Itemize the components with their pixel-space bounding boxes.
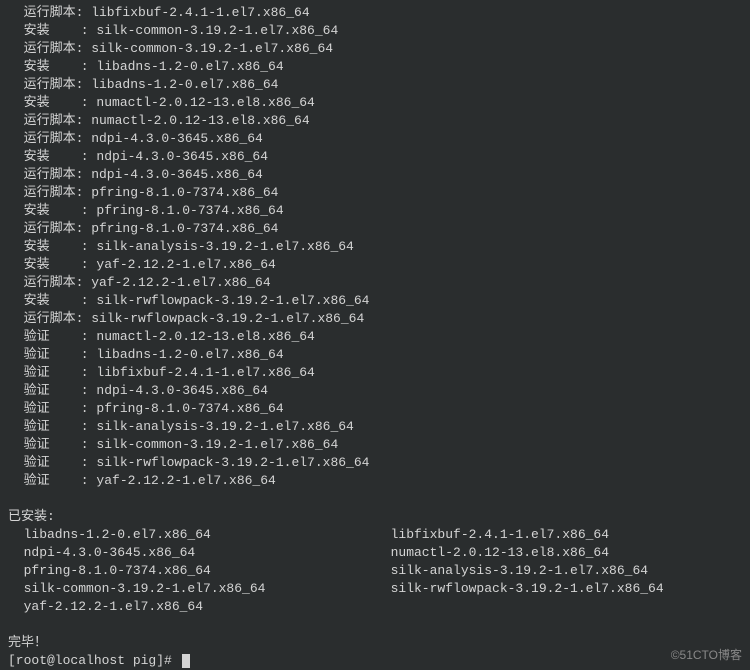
output-line: 安装 : numactl-2.0.12-13.el8.x86_64 [8,94,742,112]
output-line: 运行脚本: libfixbuf-2.4.1-1.el7.x86_64 [8,4,742,22]
installed-item: pfring-8.1.0-7374.x86_64 [8,562,375,580]
installed-item: ndpi-4.3.0-3645.x86_64 [8,544,375,562]
installed-item: libadns-1.2-0.el7.x86_64 [8,526,375,544]
output-line: 安装 : pfring-8.1.0-7374.x86_64 [8,202,742,220]
installed-item: numactl-2.0.12-13.el8.x86_64 [375,544,742,562]
output-line: 安装 : libadns-1.2-0.el7.x86_64 [8,58,742,76]
watermark: ©51CTO博客 [671,646,742,664]
output-line: 运行脚本: pfring-8.1.0-7374.x86_64 [8,220,742,238]
installed-item: libfixbuf-2.4.1-1.el7.x86_64 [375,526,742,544]
cursor-icon [182,654,190,668]
output-line: 运行脚本: pfring-8.1.0-7374.x86_64 [8,184,742,202]
output-line: 运行脚本: ndpi-4.3.0-3645.x86_64 [8,130,742,148]
output-line: 验证 : silk-common-3.19.2-1.el7.x86_64 [8,436,742,454]
installed-header: 已安装: [8,508,742,526]
installed-item: silk-analysis-3.19.2-1.el7.x86_64 [375,562,742,580]
done-label: 完毕！ [8,634,742,652]
output-line: 安装 : ndpi-4.3.0-3645.x86_64 [8,148,742,166]
terminal-output[interactable]: 运行脚本: libfixbuf-2.4.1-1.el7.x86_64 安装 : … [8,4,742,490]
installed-grid: libadns-1.2-0.el7.x86_64 libfixbuf-2.4.1… [8,526,742,616]
output-line: 验证 : silk-rwflowpack-3.19.2-1.el7.x86_64 [8,454,742,472]
output-line: 验证 : yaf-2.12.2-1.el7.x86_64 [8,472,742,490]
output-line: 安装 : silk-analysis-3.19.2-1.el7.x86_64 [8,238,742,256]
output-line: 验证 : silk-analysis-3.19.2-1.el7.x86_64 [8,418,742,436]
prompt-text: [root@localhost pig]# [8,653,180,668]
output-line: 运行脚本: libadns-1.2-0.el7.x86_64 [8,76,742,94]
output-line: 验证 : ndpi-4.3.0-3645.x86_64 [8,382,742,400]
output-line: 安装 : silk-rwflowpack-3.19.2-1.el7.x86_64 [8,292,742,310]
output-line: 验证 : libadns-1.2-0.el7.x86_64 [8,346,742,364]
installed-item: silk-common-3.19.2-1.el7.x86_64 [8,580,375,598]
output-line: 验证 : pfring-8.1.0-7374.x86_64 [8,400,742,418]
installed-item: silk-rwflowpack-3.19.2-1.el7.x86_64 [375,580,742,598]
output-line: 运行脚本: silk-rwflowpack-3.19.2-1.el7.x86_6… [8,310,742,328]
shell-prompt[interactable]: [root@localhost pig]# [8,652,742,670]
output-line: 运行脚本: silk-common-3.19.2-1.el7.x86_64 [8,40,742,58]
output-line: 验证 : libfixbuf-2.4.1-1.el7.x86_64 [8,364,742,382]
output-line: 运行脚本: numactl-2.0.12-13.el8.x86_64 [8,112,742,130]
installed-item: yaf-2.12.2-1.el7.x86_64 [8,598,375,616]
output-line: 运行脚本: yaf-2.12.2-1.el7.x86_64 [8,274,742,292]
output-line: 运行脚本: ndpi-4.3.0-3645.x86_64 [8,166,742,184]
output-line: 安装 : yaf-2.12.2-1.el7.x86_64 [8,256,742,274]
output-line: 安装 : silk-common-3.19.2-1.el7.x86_64 [8,22,742,40]
output-line: 验证 : numactl-2.0.12-13.el8.x86_64 [8,328,742,346]
